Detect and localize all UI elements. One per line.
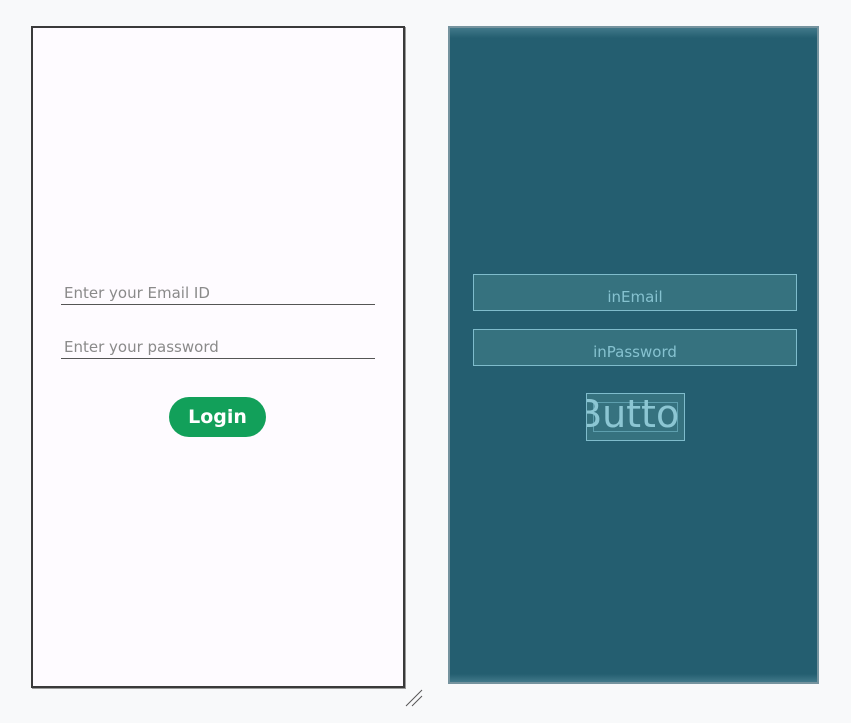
blueprint-email-box[interactable]: inEmail bbox=[473, 274, 797, 311]
blueprint-password-box[interactable]: inPassword bbox=[473, 329, 797, 366]
blueprint-view: inEmail inPassword Butto bbox=[448, 26, 819, 684]
password-field[interactable] bbox=[64, 336, 364, 358]
email-field[interactable] bbox=[64, 282, 364, 304]
blueprint-button-box[interactable]: Butto bbox=[586, 393, 685, 441]
email-field-container bbox=[61, 282, 375, 305]
design-preview: Login bbox=[31, 26, 405, 688]
password-field-container bbox=[61, 336, 375, 359]
blueprint-button-label: Butto bbox=[586, 393, 680, 436]
resize-grip-icon[interactable] bbox=[405, 689, 425, 709]
login-button[interactable]: Login bbox=[169, 397, 266, 437]
